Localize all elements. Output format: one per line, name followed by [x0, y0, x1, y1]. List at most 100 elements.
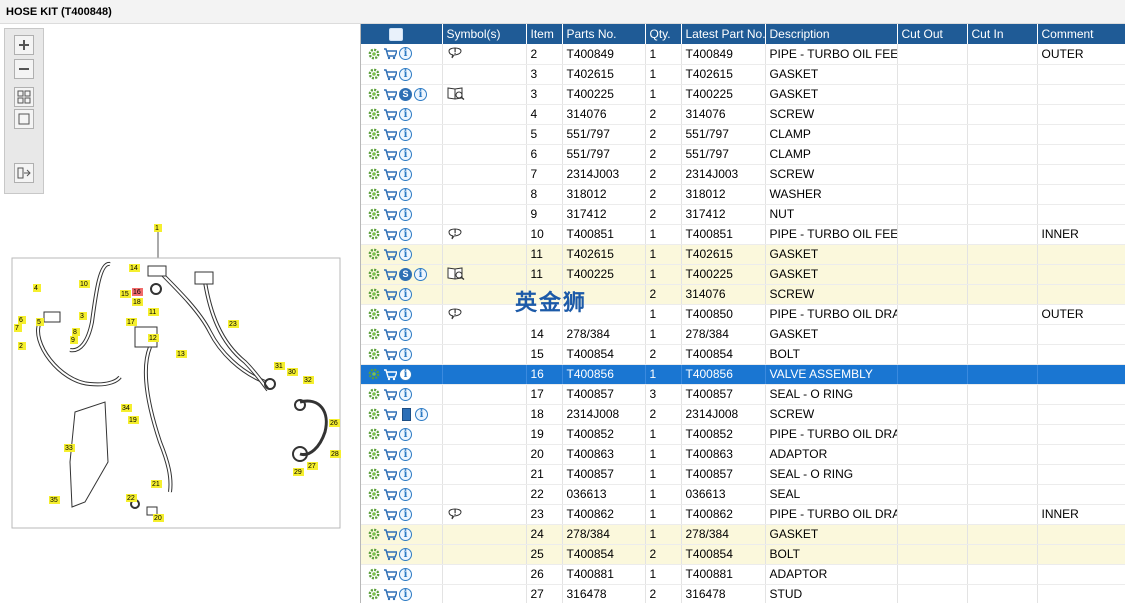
diagram-callout-7[interactable]: 7 — [14, 324, 22, 332]
gear-icon[interactable] — [367, 507, 381, 521]
diagram-callout-16[interactable]: 16 — [132, 288, 143, 296]
supersession-icon[interactable]: S — [399, 87, 412, 101]
gear-icon[interactable] — [367, 287, 381, 301]
cart-icon[interactable] — [383, 387, 397, 401]
cart-icon[interactable] — [383, 167, 397, 181]
info-icon[interactable]: i — [399, 507, 412, 521]
info-icon[interactable]: i — [399, 247, 412, 261]
info-icon[interactable]: i — [399, 527, 412, 541]
gear-icon[interactable] — [367, 247, 381, 261]
cart-icon[interactable] — [383, 67, 397, 81]
info-icon[interactable]: i — [399, 167, 412, 181]
gear-icon[interactable] — [367, 67, 381, 81]
info-icon[interactable]: i — [399, 287, 412, 301]
info-icon[interactable]: i — [399, 147, 412, 161]
table-row[interactable]: i 21 T400857 1 T400857 SEAL - O RING — [361, 464, 1125, 485]
info-icon[interactable]: i — [399, 587, 412, 601]
diagram-callout-19[interactable]: 19 — [128, 416, 139, 424]
gear-icon[interactable] — [367, 267, 381, 281]
diagram-callout-5[interactable]: 5 — [36, 318, 44, 326]
table-row[interactable]: i19T4008521T400852PIPE - TURBO OIL DRAIN — [361, 424, 1125, 445]
column-header-parts-no-[interactable]: Parts No. — [562, 24, 646, 44]
table-row[interactable]: i 2 314076 SCREW — [361, 284, 1125, 305]
cart-icon[interactable] — [383, 367, 397, 381]
info-icon[interactable]: i — [399, 107, 412, 121]
table-row[interactable]: i 14 278/384 1 278/384 GASKET — [361, 324, 1125, 345]
table-row[interactable]: i 25 T400854 2 T400854 BOLT — [361, 544, 1125, 565]
column-search-icon[interactable] — [389, 28, 403, 41]
diagram-callout-1[interactable]: 1 — [154, 224, 162, 232]
cart-icon[interactable] — [383, 467, 397, 481]
gear-icon[interactable] — [367, 467, 381, 481]
gear-icon[interactable] — [367, 167, 381, 181]
column-header-symbol-s-[interactable]: Symbol(s) — [442, 24, 527, 44]
cart-icon[interactable] — [383, 587, 397, 601]
info-icon[interactable]: i — [399, 127, 412, 141]
cart-icon[interactable] — [383, 187, 397, 201]
gear-icon[interactable] — [367, 207, 381, 221]
gear-icon[interactable] — [367, 47, 381, 61]
diagram-callout-12[interactable]: 12 — [148, 334, 159, 342]
info-icon[interactable]: i — [399, 67, 412, 81]
diagram-callout-11[interactable]: 11 — [148, 308, 159, 316]
diagram-callout-23[interactable]: 23 — [228, 320, 239, 328]
manual-icon[interactable] — [399, 407, 413, 421]
info-icon[interactable]: i — [399, 187, 412, 201]
diagram-callout-9[interactable]: 9 — [70, 336, 78, 344]
cart-icon[interactable] — [383, 307, 397, 321]
column-header-comment[interactable]: Comment — [1037, 24, 1125, 44]
info-icon[interactable]: i — [399, 447, 412, 461]
note-balloon-icon[interactable] — [447, 308, 463, 323]
info-icon[interactable]: i — [399, 487, 412, 501]
diagram-callout-15[interactable]: 15 — [120, 290, 131, 298]
cart-icon[interactable] — [383, 407, 397, 421]
gear-icon[interactable] — [367, 427, 381, 441]
gear-icon[interactable] — [367, 407, 381, 421]
table-row[interactable]: Si 11 T400225 1 T400225 GASKET — [361, 264, 1125, 285]
cart-icon[interactable] — [383, 507, 397, 521]
column-header-latest-part-no-[interactable]: Latest Part No. — [681, 24, 766, 44]
table-row[interactable]: i 17 T400857 3 T400857 SEAL - O RING — [361, 384, 1125, 405]
table-row[interactable]: i 8 318012 2 318012 WASHER — [361, 184, 1125, 205]
exploded-parts-diagram[interactable]: 1 14101416151817112313538976212313032341… — [0, 222, 345, 532]
info-icon[interactable]: i — [399, 207, 412, 221]
table-row[interactable]: i 4 314076 2 314076 SCREW — [361, 104, 1125, 125]
gear-icon[interactable] — [367, 367, 381, 381]
diagram-callout-26[interactable]: 26 — [329, 419, 340, 427]
table-row[interactable]: i 26 T400881 1 T400881 ADAPTOR — [361, 564, 1125, 585]
gear-icon[interactable] — [367, 567, 381, 581]
diagram-callout-6[interactable]: 6 — [18, 316, 26, 324]
diagram-callout-30[interactable]: 30 — [287, 368, 298, 376]
table-row[interactable]: i 15 T400854 2 T400854 BOLT — [361, 344, 1125, 365]
diagram-callout-21[interactable]: 21 — [151, 480, 162, 488]
gear-icon[interactable] — [367, 587, 381, 601]
diagram-callout-33[interactable]: 33 — [64, 444, 75, 452]
info-icon[interactable]: i — [399, 367, 412, 381]
table-row[interactable]: i 5 551/797 2 551/797 CLAMP — [361, 124, 1125, 145]
gear-icon[interactable] — [367, 307, 381, 321]
note-balloon-icon[interactable] — [447, 228, 463, 243]
table-row[interactable]: i 6 551/797 2 551/797 CLAMP — [361, 144, 1125, 165]
column-header-cut-in[interactable]: Cut In — [967, 24, 1038, 44]
gear-icon[interactable] — [367, 547, 381, 561]
cart-icon[interactable] — [383, 147, 397, 161]
info-icon[interactable]: i — [415, 407, 428, 421]
cart-icon[interactable] — [383, 47, 397, 61]
table-row[interactable]: i 1T400850PIPE - TURBO OIL DRAIN OUTER — [361, 304, 1125, 325]
diagram-callout-4[interactable]: 4 — [33, 284, 41, 292]
table-row[interactable]: i23T4008621T400862PIPE - TURBO OIL DRAIN… — [361, 504, 1125, 525]
note-balloon-icon[interactable] — [447, 508, 463, 523]
cart-icon[interactable] — [383, 247, 397, 261]
cart-icon[interactable] — [383, 527, 397, 541]
gear-icon[interactable] — [367, 527, 381, 541]
gear-icon[interactable] — [367, 387, 381, 401]
gear-icon[interactable] — [367, 447, 381, 461]
gear-icon[interactable] — [367, 327, 381, 341]
table-row[interactable]: Si 3 T400225 1 T400225 GASKET — [361, 84, 1125, 105]
cart-icon[interactable] — [383, 227, 397, 241]
cart-icon[interactable] — [383, 287, 397, 301]
diagram-callout-34[interactable]: 34 — [121, 404, 132, 412]
cart-icon[interactable] — [383, 267, 397, 281]
column-header-description[interactable]: Description — [765, 24, 898, 44]
diagram-callout-18[interactable]: 18 — [132, 298, 143, 306]
